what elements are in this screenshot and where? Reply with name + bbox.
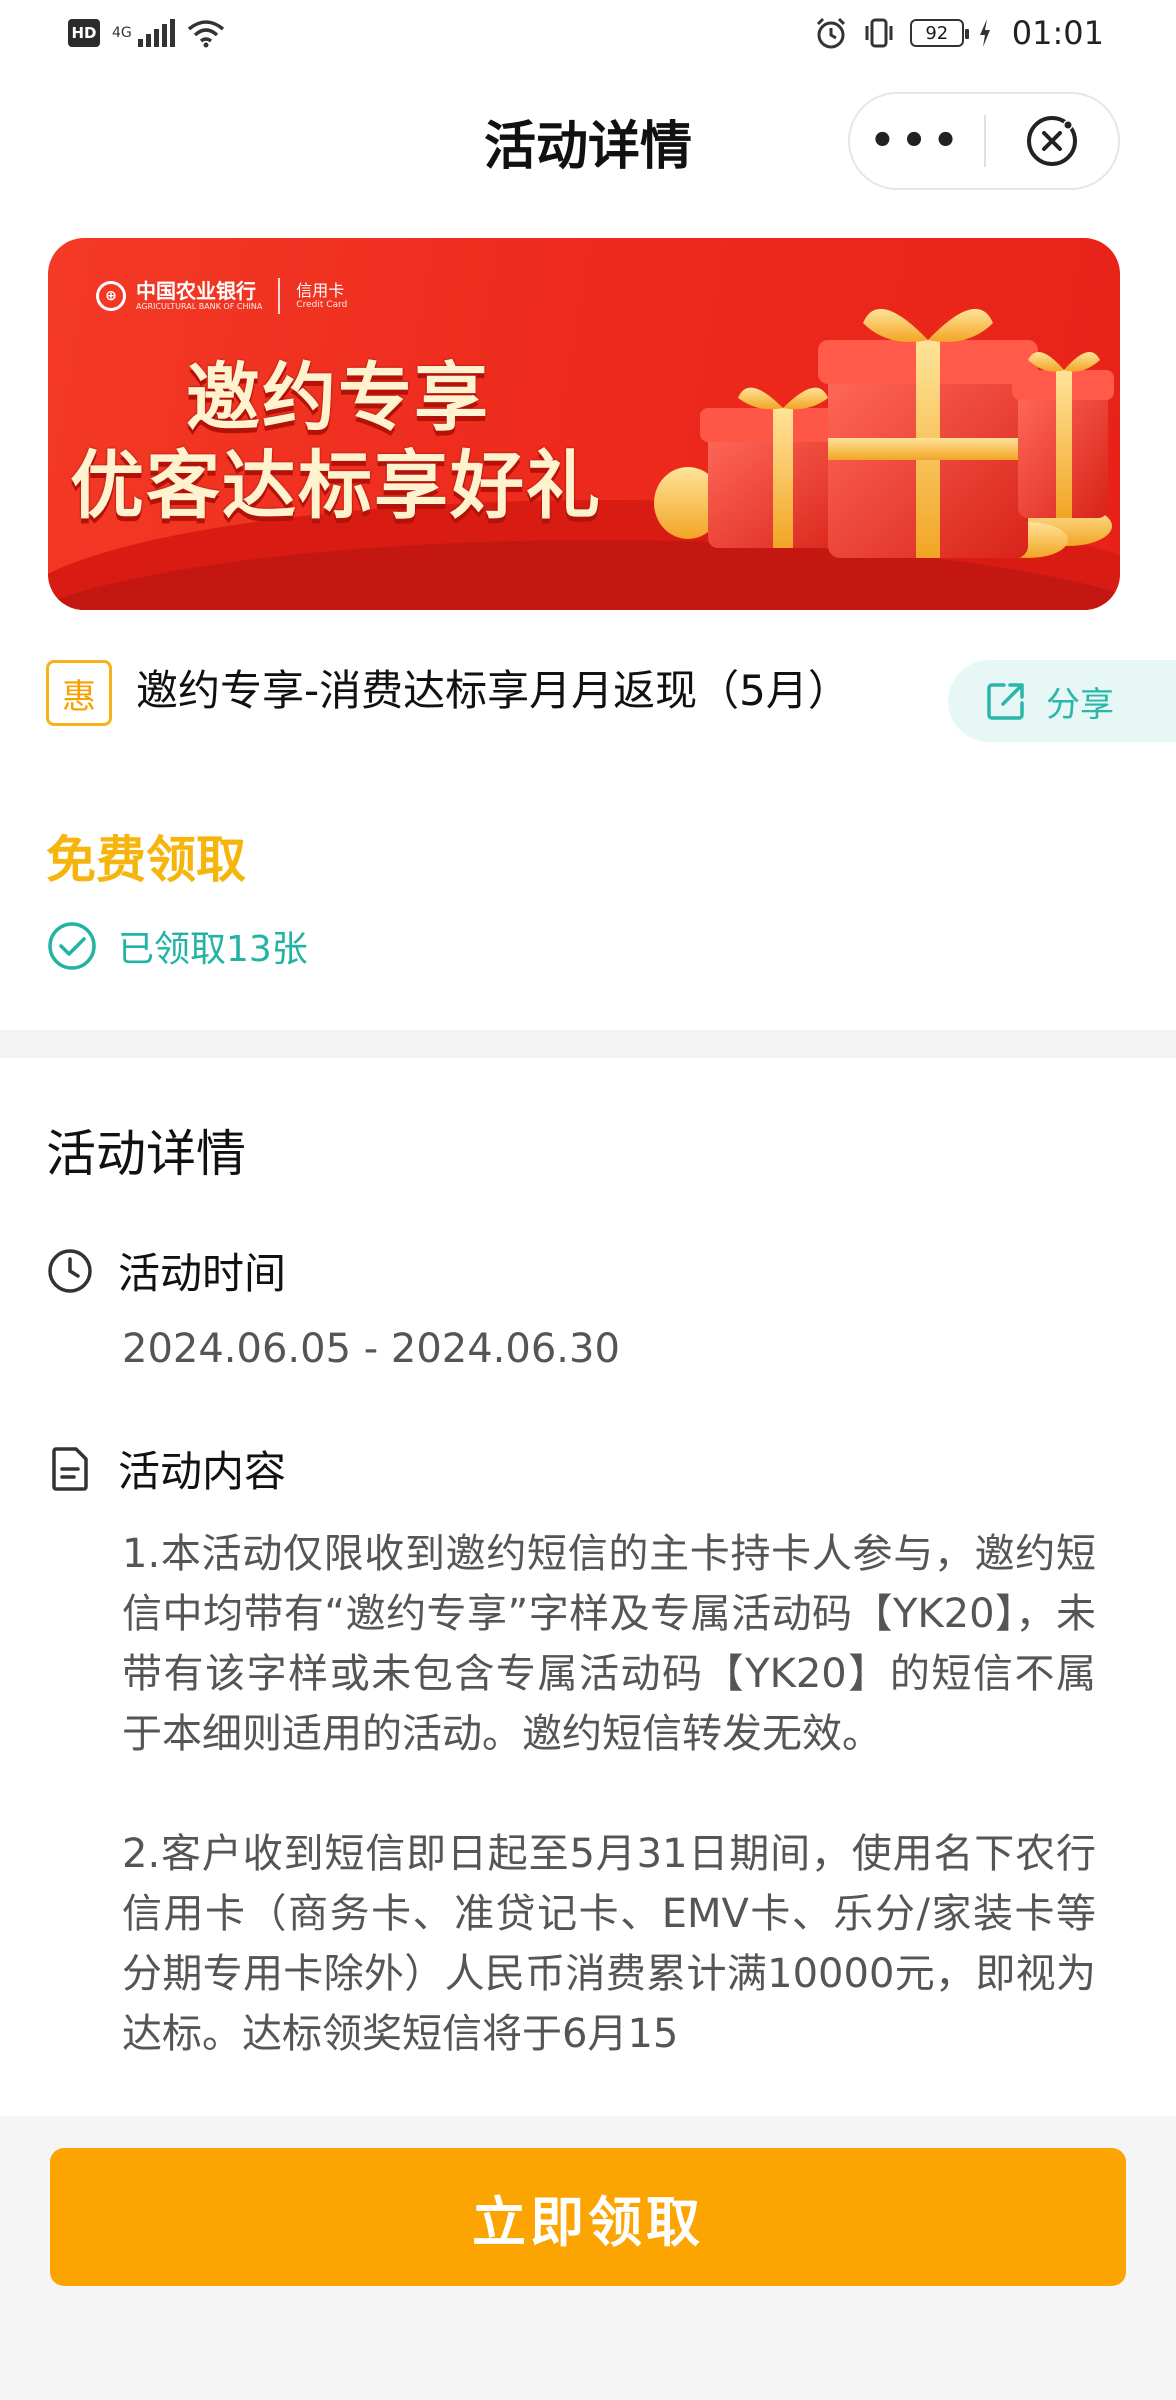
bank-name: 中国农业银行 xyxy=(136,279,256,303)
activity-content-body: 1.本活动仅限收到邀约短信的主卡持卡人参与，邀约短信中均带有“邀约专享”字样及专… xyxy=(122,1524,1096,2064)
price-label: 免费领取 xyxy=(46,831,246,889)
status-bar: HD 4G 92 01:01 xyxy=(0,0,1176,72)
gift-boxes-illustration xyxy=(654,308,1114,558)
credit-card-label: 信用卡 xyxy=(296,281,345,300)
share-button[interactable]: 分享 xyxy=(948,660,1176,742)
network-type: 4G xyxy=(112,25,132,41)
wifi-icon xyxy=(187,20,224,48)
share-label: 分享 xyxy=(1046,684,1114,725)
battery-indicator: 92 xyxy=(909,19,969,47)
credit-card-label-en: Credit Card xyxy=(296,300,348,310)
signal-icon xyxy=(137,19,175,47)
status-time: 01:01 xyxy=(1011,14,1104,52)
check-circle-icon xyxy=(48,922,96,970)
bank-logo: ⊕ 中国农业银行 AGRICULTURAL BANK OF CHINA 信用卡 … xyxy=(96,278,347,314)
section-divider xyxy=(0,1030,1176,1058)
more-menu-button[interactable]: ••• xyxy=(850,94,984,188)
alarm-icon xyxy=(816,17,845,49)
claim-now-button[interactable]: 立即领取 xyxy=(50,2148,1126,2286)
more-icon: ••• xyxy=(869,118,965,164)
activity-time-heading: 活动时间 xyxy=(46,1240,286,1301)
document-icon xyxy=(52,1446,88,1491)
charging-icon xyxy=(979,19,990,47)
activity-title: 邀约专享-消费达标享月月返现（5月） xyxy=(136,666,850,715)
details-section-title: 活动详情 xyxy=(46,1125,246,1183)
activity-time-label: 活动时间 xyxy=(118,1249,287,1298)
content-paragraph-2: 2.客户收到短信即日起至5月31日期间，使用名下农行信用卡（商务卡、准贷记卡、E… xyxy=(122,1831,1096,2057)
vibrate-icon xyxy=(865,18,893,48)
discount-tag: 惠 xyxy=(46,660,112,726)
clock-icon xyxy=(48,1248,92,1293)
bank-name-en: AGRICULTURAL BANK OF CHINA xyxy=(136,302,263,311)
claimed-text: 已领取13张 xyxy=(118,929,308,970)
claimed-count: 已领取13张 xyxy=(46,920,308,972)
status-right: 92 01:01 xyxy=(814,14,1104,52)
close-icon xyxy=(1027,116,1077,166)
status-left: HD 4G xyxy=(68,18,225,48)
bank-logo-divider xyxy=(278,278,281,314)
banner-headline-2: 优客达标享好礼 xyxy=(70,443,602,529)
content-paragraph-1: 1.本活动仅限收到邀约短信的主卡持卡人参与，邀约短信中均带有“邀约专享”字样及专… xyxy=(122,1531,1096,1757)
activity-content-heading: 活动内容 xyxy=(46,1438,286,1499)
share-icon xyxy=(987,683,1024,720)
close-button[interactable] xyxy=(986,94,1118,188)
activity-content-label: 活动内容 xyxy=(118,1447,287,1496)
activity-date-range: 2024.06.05 - 2024.06.30 xyxy=(122,1326,620,1372)
hd-badge: HD xyxy=(68,19,100,47)
abc-logo-icon: ⊕ xyxy=(96,281,126,311)
mini-program-capsule: ••• xyxy=(848,92,1120,190)
activity-banner: ⊕ 中国农业银行 AGRICULTURAL BANK OF CHINA 信用卡 … xyxy=(48,238,1120,610)
